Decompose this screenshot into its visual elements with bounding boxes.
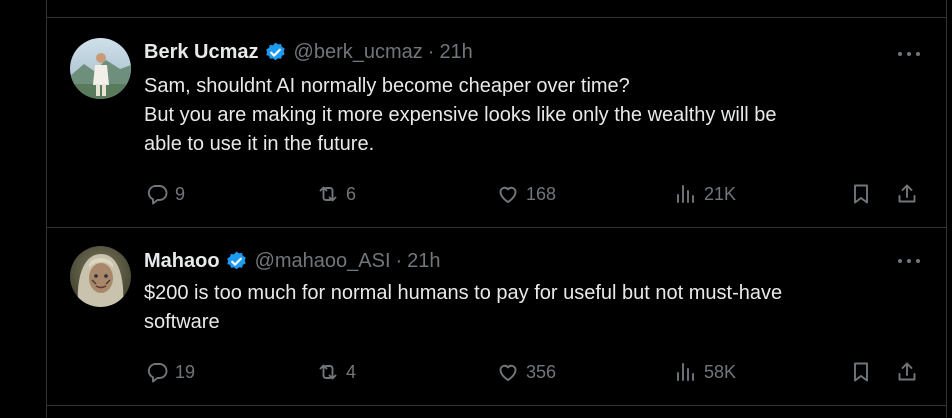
reply-button[interactable]: 9: [145, 179, 185, 209]
repost-icon: [319, 186, 337, 202]
tweet-text-line: software: [144, 311, 220, 333]
timestamp[interactable]: 21h: [407, 250, 440, 273]
author-handle[interactable]: @mahaoo_ASI: [255, 250, 391, 273]
more-icon[interactable]: [896, 251, 922, 271]
tweet[interactable]: Mahaoo @mahaoo_ASI · 21h $200 is too muc…: [47, 228, 946, 405]
tweet[interactable]: Berk Ucmaz @berk_ucmaz · 21h Sam, should…: [47, 18, 946, 227]
bookmark-icon: [854, 362, 868, 382]
reply-count: 19: [175, 361, 196, 382]
separator-dot: ·: [395, 249, 403, 272]
views-icon: [677, 363, 694, 381]
reply-count: 9: [175, 183, 186, 204]
like-count: 168: [526, 183, 557, 204]
reply-button[interactable]: 19: [145, 357, 195, 387]
views-icon: [677, 185, 694, 203]
tweet-header: Berk Ucmaz @berk_ucmaz · 21h: [144, 40, 473, 64]
author-handle[interactable]: @berk_ucmaz: [294, 41, 423, 64]
verified-badge-icon: [264, 41, 287, 64]
tweet-text: Sam, shouldnt AI normally become cheaper…: [144, 72, 904, 159]
more-icon[interactable]: [896, 44, 922, 64]
like-button[interactable]: 356: [496, 357, 556, 387]
tweet-text-line: able to use it in the future.: [144, 133, 375, 155]
like-icon: [499, 186, 517, 203]
reply-icon: [147, 185, 168, 205]
author-name[interactable]: Berk Ucmaz: [144, 41, 259, 64]
repost-count: 4: [346, 361, 357, 382]
views-count: 58K: [704, 361, 737, 382]
repost-button[interactable]: 6: [316, 179, 356, 209]
bookmark-icon: [854, 184, 868, 204]
timeline: Berk Ucmaz @berk_ucmaz · 21h Sam, should…: [46, 0, 947, 418]
tweet-text: $200 is too much for normal humans to pa…: [144, 279, 904, 337]
author-name[interactable]: Mahaoo: [144, 250, 220, 273]
tweet-text-line: But you are making it more expensive loo…: [144, 104, 777, 126]
repost-button[interactable]: 4: [316, 357, 356, 387]
reply-icon: [147, 363, 168, 383]
separator-dot: ·: [427, 40, 435, 63]
views-count: 21K: [704, 183, 737, 204]
repost-icon: [319, 364, 337, 380]
share-icon: [898, 362, 916, 381]
like-count: 356: [526, 361, 557, 382]
share-button[interactable]: [895, 179, 919, 209]
views-button[interactable]: 21K: [674, 179, 736, 209]
action-bar: 19 4 356 58K: [47, 357, 946, 387]
share-icon: [898, 184, 916, 203]
share-button[interactable]: [895, 357, 919, 387]
bookmark-button[interactable]: [849, 179, 873, 209]
timestamp[interactable]: 21h: [439, 41, 472, 64]
repost-count: 6: [346, 183, 357, 204]
tweet-text-line: $200 is too much for normal humans to pa…: [144, 282, 783, 304]
tweet-text-line: Sam, shouldnt AI normally become cheaper…: [144, 75, 630, 97]
views-button[interactable]: 58K: [674, 357, 736, 387]
avatar[interactable]: [70, 246, 131, 307]
bookmark-button[interactable]: [849, 357, 873, 387]
verified-badge-icon: [225, 250, 248, 273]
like-button[interactable]: 168: [496, 179, 556, 209]
action-bar: 9 6 168 21K: [47, 179, 946, 209]
like-icon: [499, 364, 517, 381]
divider: [47, 405, 946, 406]
tweet-header: Mahaoo @mahaoo_ASI · 21h: [144, 249, 441, 273]
avatar[interactable]: [70, 38, 131, 99]
